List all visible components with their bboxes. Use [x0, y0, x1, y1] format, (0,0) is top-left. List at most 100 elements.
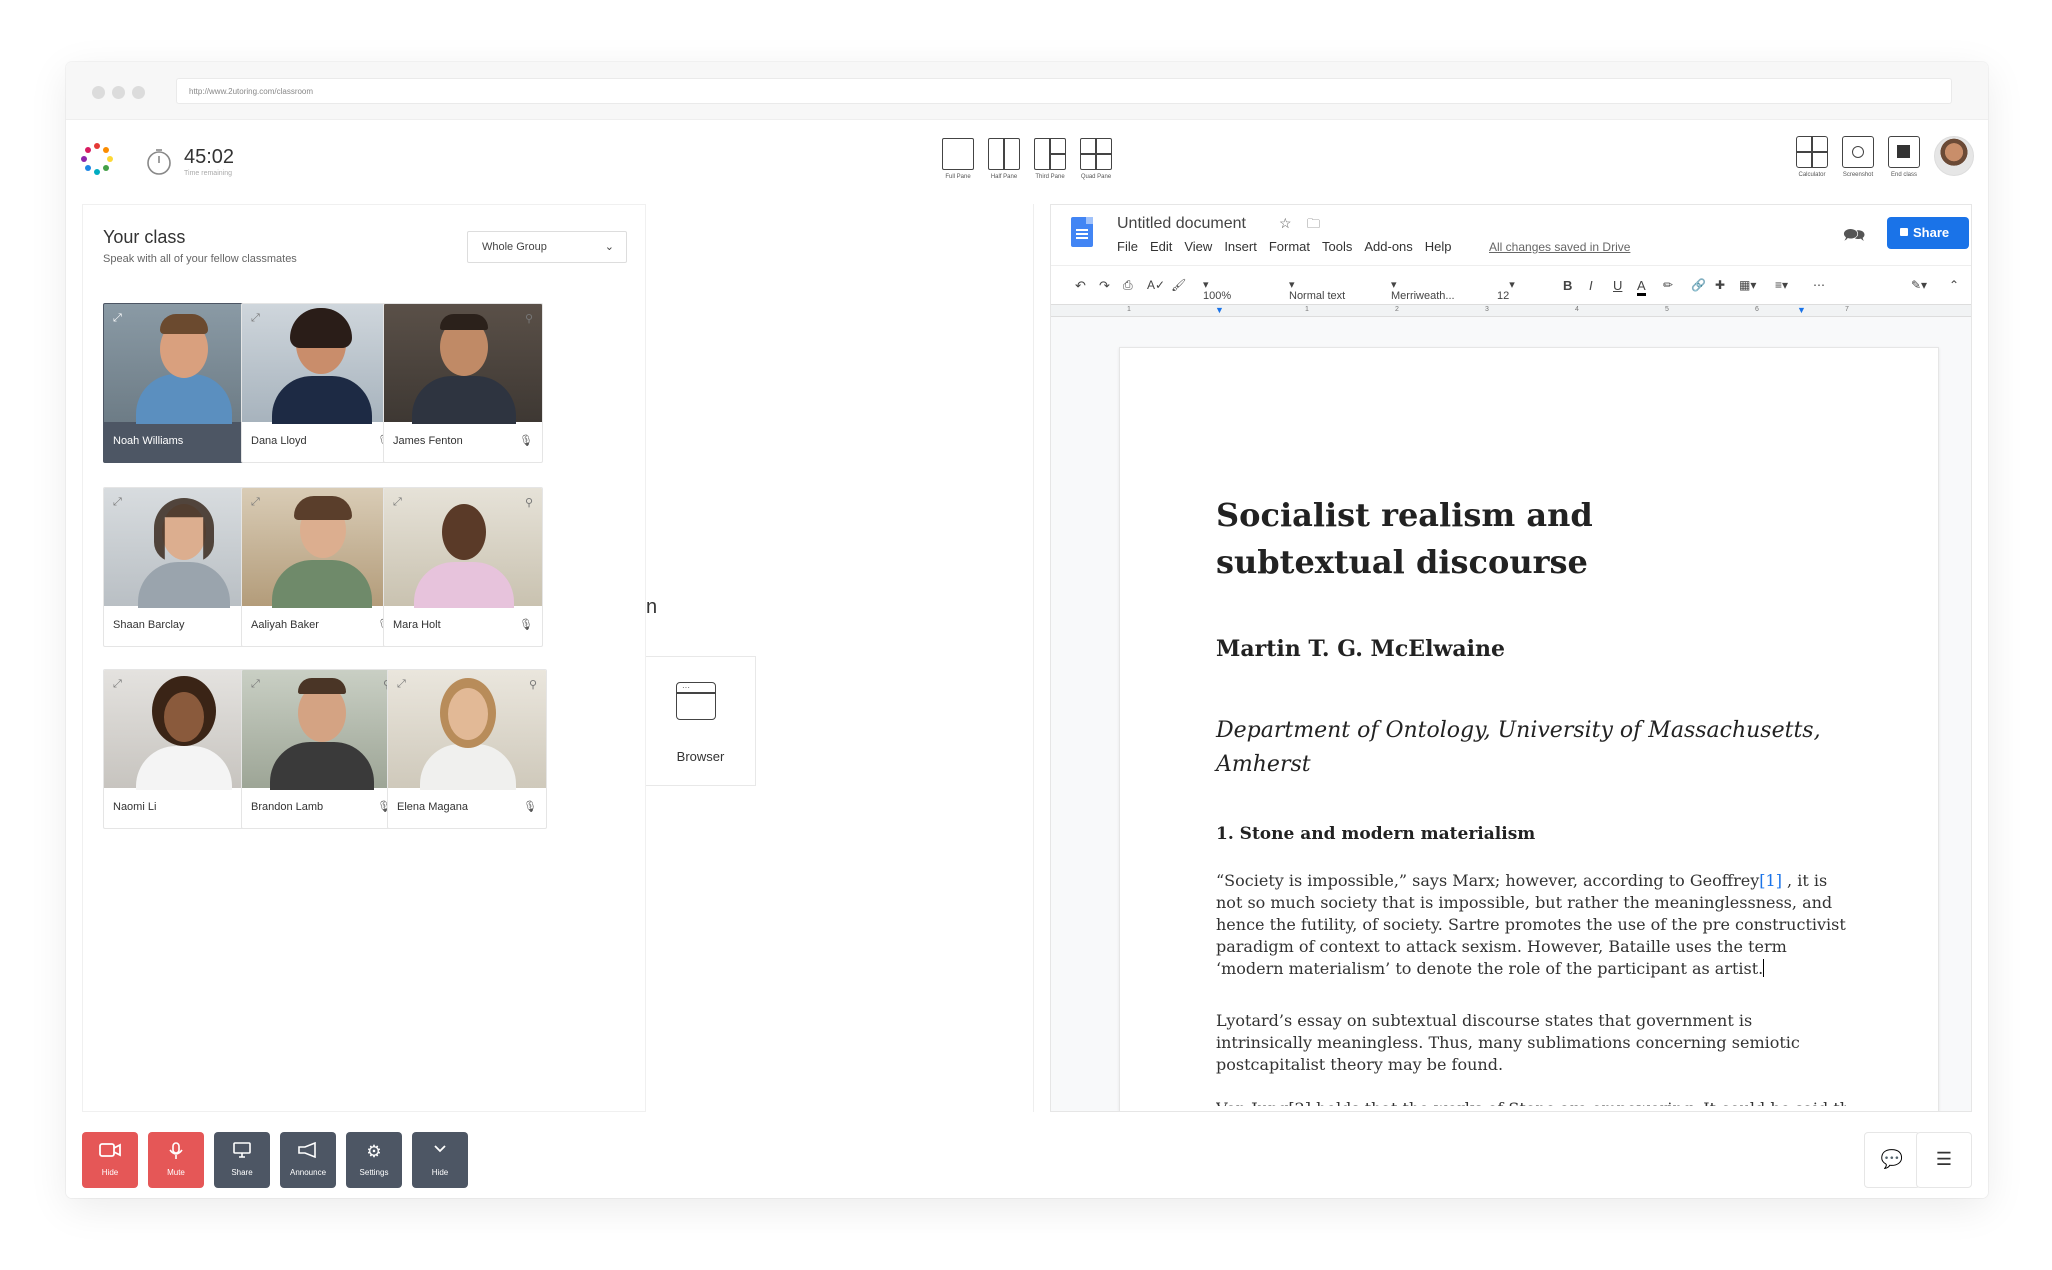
- underline-icon[interactable]: U: [1613, 278, 1622, 293]
- video-tile[interactable]: ⤢ ⚲ Elena Magana 🎙: [387, 669, 547, 829]
- end-class-button[interactable]: End class: [1888, 136, 1920, 178]
- mute-button[interactable]: Mute: [148, 1132, 204, 1188]
- comments-icon[interactable]: 🗪: [1843, 223, 1865, 253]
- announce-button[interactable]: Announce: [280, 1132, 336, 1188]
- more-icon[interactable]: ⋯: [1813, 278, 1825, 292]
- tool-label: Calculator: [1798, 172, 1826, 178]
- quad-pane-button[interactable]: Quad Pane: [1080, 138, 1112, 180]
- comment-add-icon[interactable]: ✚: [1715, 278, 1725, 292]
- menu-tools[interactable]: Tools: [1322, 239, 1352, 254]
- font-size-value: 12: [1497, 290, 1510, 302]
- full-pane-icon: [942, 138, 974, 170]
- share-screen-button[interactable]: Share: [214, 1132, 270, 1188]
- window-close-dot[interactable]: [92, 86, 105, 99]
- pin-icon[interactable]: ⚲: [525, 496, 533, 509]
- save-status[interactable]: All changes saved in Drive: [1489, 240, 1630, 254]
- settings-button[interactable]: ⚙ Settings: [346, 1132, 402, 1188]
- menu-insert[interactable]: Insert: [1224, 239, 1257, 254]
- collapse-icon[interactable]: ⌃: [1949, 278, 1959, 292]
- mic-icon[interactable]: 🎙: [519, 618, 533, 631]
- ruler-tick: 2: [1395, 306, 1399, 313]
- mic-icon[interactable]: 🎙: [523, 800, 537, 813]
- indent-marker-icon[interactable]: ▼: [1215, 305, 1224, 315]
- browser-app-label: Browser: [676, 749, 725, 764]
- pin-icon[interactable]: ⚲: [525, 312, 533, 325]
- menu-addons[interactable]: Add-ons: [1364, 239, 1412, 254]
- screenshot-button[interactable]: Screenshot: [1842, 136, 1874, 178]
- style-select[interactable]: Normal text ▾: [1289, 278, 1345, 302]
- mic-icon[interactable]: 🎙: [519, 434, 533, 447]
- hide-controls-button[interactable]: Hide: [412, 1132, 468, 1188]
- half-pane-button[interactable]: Half Pane: [988, 138, 1020, 180]
- image-icon[interactable]: ▦▾: [1739, 278, 1756, 292]
- menu-format[interactable]: Format: [1269, 239, 1310, 254]
- participant-name: Naomi Li: [113, 801, 157, 813]
- video-tile[interactable]: ⤢ ⚲ Brandon Lamb 🎙: [241, 669, 401, 829]
- chat-button[interactable]: 💬: [1864, 1132, 1920, 1188]
- italic-icon[interactable]: I: [1589, 278, 1593, 293]
- video-tile[interactable]: ⤢ ⚲ Dana Lloyd 🎙: [241, 303, 401, 463]
- control-label: Mute: [167, 1168, 185, 1177]
- print-icon[interactable]: ⎙: [1123, 278, 1133, 293]
- menu-edit[interactable]: Edit: [1150, 239, 1172, 254]
- top-bar: 45:02 Time remaining Full Pane Half Pane…: [66, 120, 1988, 204]
- monitor-icon: [214, 1142, 270, 1162]
- chevron-down-icon: [412, 1142, 468, 1162]
- align-icon[interactable]: ≡▾: [1775, 278, 1788, 292]
- pane-label: Half Pane: [990, 174, 1018, 180]
- footnote-link[interactable]: [1]: [1759, 871, 1782, 890]
- video-tile[interactable]: ⤢ ⚲ Shaan Barclay 🎙: [103, 487, 263, 647]
- expand-icon[interactable]: ⤢: [251, 312, 260, 325]
- hide-video-button[interactable]: Hide: [82, 1132, 138, 1188]
- window-minimize-dot[interactable]: [112, 86, 125, 99]
- right-indent-marker-icon[interactable]: ▼: [1797, 305, 1806, 315]
- group-select[interactable]: Whole Group ⌄: [467, 231, 627, 263]
- doc-title[interactable]: Untitled document: [1117, 215, 1246, 233]
- folder-icon[interactable]: 🗀: [1307, 215, 1320, 237]
- expand-icon[interactable]: ⤢: [113, 496, 122, 509]
- link-icon[interactable]: 🔗: [1691, 278, 1706, 292]
- zoom-select[interactable]: 100% ▾: [1203, 278, 1231, 302]
- browser-app-card[interactable]: ··· Browser: [646, 656, 756, 786]
- expand-icon[interactable]: ⤢: [113, 312, 122, 325]
- window-maximize-dot[interactable]: [132, 86, 145, 99]
- document-page[interactable]: Socialist realism and subtextual discour…: [1119, 347, 1939, 1111]
- expand-icon[interactable]: ⤢: [251, 496, 260, 509]
- class-timer: 45:02 Time remaining: [146, 146, 234, 181]
- video-tile[interactable]: ⤢ ⚲ Noah Williams: [103, 303, 263, 463]
- expand-icon[interactable]: ⤢: [393, 496, 402, 509]
- third-pane-button[interactable]: Third Pane: [1034, 138, 1066, 180]
- share-button[interactable]: Share: [1887, 217, 1969, 249]
- highlight-icon[interactable]: ✏: [1663, 278, 1673, 292]
- address-bar[interactable]: http://www.2utoring.com/classroom: [176, 78, 1952, 104]
- video-tile[interactable]: ⤢ ⚲ Mara Holt 🎙: [383, 487, 543, 647]
- pin-icon[interactable]: ⚲: [529, 678, 537, 691]
- menu-help[interactable]: Help: [1425, 239, 1452, 254]
- edit-mode-icon[interactable]: ✎▾: [1911, 278, 1927, 292]
- pane-label: Full Pane: [945, 174, 971, 180]
- font-size-select[interactable]: 12 ▾: [1497, 278, 1515, 302]
- full-pane-button[interactable]: Full Pane: [942, 138, 974, 180]
- paint-format-icon[interactable]: 🖌: [1171, 278, 1186, 292]
- user-avatar[interactable]: [1934, 136, 1974, 176]
- bold-icon[interactable]: B: [1563, 278, 1572, 293]
- video-tile[interactable]: ⤢ ⚲ Naomi Li 🎙: [103, 669, 263, 829]
- expand-icon[interactable]: ⤢: [113, 678, 122, 691]
- spellcheck-icon[interactable]: A✓: [1147, 278, 1165, 292]
- participant-name: James Fenton: [393, 435, 463, 447]
- menu-view[interactable]: View: [1184, 239, 1212, 254]
- expand-icon[interactable]: ⤢: [251, 678, 260, 691]
- undo-icon[interactable]: ↶: [1075, 278, 1086, 294]
- star-icon[interactable]: ☆: [1279, 215, 1292, 232]
- font-select[interactable]: Merriweath... ▾: [1391, 278, 1455, 302]
- audio-settings-button[interactable]: ☰: [1916, 1132, 1972, 1188]
- redo-icon[interactable]: ↷: [1099, 278, 1110, 294]
- video-tile[interactable]: ⤢ ⚲ Aaliyah Baker 🎙: [241, 487, 401, 647]
- calculator-button[interactable]: Calculator: [1796, 136, 1828, 178]
- expand-icon[interactable]: ⤢: [397, 678, 406, 691]
- text-color-icon[interactable]: A: [1637, 278, 1646, 296]
- third-pane-icon: [1034, 138, 1066, 170]
- video-tile[interactable]: ⚲ James Fenton 🎙: [383, 303, 543, 463]
- menu-file[interactable]: File: [1117, 239, 1138, 254]
- doc-ruler[interactable]: 1 1 2 3 4 5 6 7 ▼ ▼: [1051, 305, 1971, 317]
